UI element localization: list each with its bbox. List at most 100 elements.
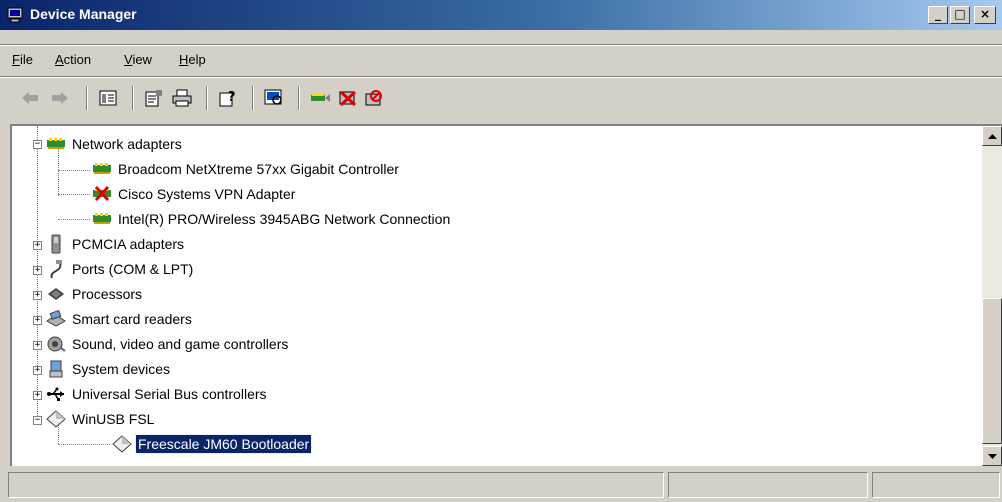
disable-button[interactable]	[362, 86, 386, 110]
expand-toggle[interactable]: +	[33, 366, 42, 375]
scan-hardware-button[interactable]	[262, 86, 286, 110]
tree-node-network-adapters[interactable]: Network adapters	[46, 132, 184, 156]
scroll-down-button[interactable]	[982, 446, 1002, 466]
tree-node-label: WinUSB FSL	[72, 411, 155, 427]
svg-text:?: ?	[228, 90, 236, 105]
forward-button[interactable]	[48, 86, 72, 110]
back-icon	[22, 92, 38, 104]
collapse-toggle[interactable]: −	[33, 416, 42, 425]
tree-node-label: Cisco Systems VPN Adapter	[118, 186, 296, 202]
processor-icon	[48, 288, 64, 300]
status-bar	[0, 470, 1002, 502]
toolbar: ?	[0, 80, 1002, 118]
menu-file[interactable]: File	[12, 52, 33, 67]
show-hide-console-tree-button[interactable]	[96, 86, 120, 110]
scan-hardware-icon	[264, 89, 282, 105]
toolbar-separator	[132, 86, 134, 110]
scroll-thumb[interactable]	[982, 298, 1002, 444]
menu-bottom-divider	[0, 76, 1002, 78]
tree-node-system-devices[interactable]: System devices	[46, 357, 172, 381]
help-icon: ?	[219, 90, 236, 107]
tree-node-label: Ports (COM & LPT)	[72, 261, 194, 277]
expand-toggle[interactable]: +	[33, 241, 42, 250]
tree-node-winusb-fsl[interactable]: WinUSB FSL	[46, 407, 156, 431]
network-adapter-icon	[93, 213, 111, 224]
tree-node-label: Smart card readers	[72, 311, 192, 327]
network-adapter-icon	[93, 163, 111, 174]
update-driver-icon	[311, 94, 330, 102]
network-adapter-icon	[47, 138, 65, 149]
tree-node-label: Processors	[72, 286, 143, 302]
toolbar-separator	[252, 86, 254, 110]
port-icon	[50, 260, 62, 279]
tree-node-pcmcia-adapters[interactable]: PCMCIA adapters	[46, 232, 186, 256]
tree-connector	[58, 194, 90, 195]
disable-icon	[365, 90, 382, 106]
tree-connector	[58, 444, 110, 445]
menu-action[interactable]: Action	[55, 52, 91, 67]
tree-connector	[58, 219, 90, 220]
menu-help[interactable]: Help	[179, 52, 206, 67]
tree-node-ports[interactable]: Ports (COM & LPT)	[46, 257, 195, 281]
close-button[interactable]: ×	[974, 6, 996, 24]
network-adapter-disabled-icon	[93, 185, 111, 202]
tree-node-label: Universal Serial Bus controllers	[72, 386, 267, 402]
tree-node-smart-card-readers[interactable]: Smart card readers	[46, 307, 194, 331]
device-tree[interactable]: − + + + + + + + − Network adapters Broad…	[10, 124, 1002, 466]
tree-node-intel-wireless[interactable]: Intel(R) PRO/Wireless 3945ABG Network Co…	[92, 207, 452, 231]
print-icon	[172, 89, 192, 107]
window-title: Device Manager	[30, 6, 137, 22]
minimize-button[interactable]: _	[928, 6, 948, 24]
tree-node-label: Intel(R) PRO/Wireless 3945ABG Network Co…	[118, 211, 451, 227]
pcmcia-icon	[51, 234, 61, 254]
winusb-icon	[46, 410, 66, 428]
scroll-up-button[interactable]	[982, 126, 1002, 146]
collapse-toggle[interactable]: −	[33, 140, 42, 149]
status-panel-main	[8, 472, 664, 498]
menu-view[interactable]: View	[124, 52, 152, 67]
arrow-down-icon	[987, 453, 997, 459]
forward-icon	[52, 92, 68, 104]
system-device-icon	[49, 360, 63, 378]
smart-card-icon	[46, 309, 66, 327]
expand-toggle[interactable]: +	[33, 391, 42, 400]
help-button[interactable]: ?	[216, 86, 240, 110]
back-button[interactable]	[18, 86, 42, 110]
title-bar[interactable]: Device Manager _ □ ×	[0, 0, 1002, 30]
arrow-up-icon	[987, 133, 997, 139]
expand-toggle[interactable]: +	[33, 341, 42, 350]
print-button[interactable]	[170, 86, 194, 110]
tree-node-processors[interactable]: Processors	[46, 282, 144, 306]
show-hide-console-tree-icon	[99, 90, 117, 106]
tree-node-label: Freescale JM60 Bootloader	[134, 434, 313, 454]
expand-toggle[interactable]: +	[33, 266, 42, 275]
winusb-icon	[112, 435, 132, 453]
tree-node-label: System devices	[72, 361, 171, 377]
sound-icon	[47, 336, 66, 352]
tree-node-sound-video-game[interactable]: Sound, video and game controllers	[46, 332, 290, 356]
toolbar-separator	[86, 86, 88, 110]
update-driver-button[interactable]	[308, 86, 332, 110]
expand-toggle[interactable]: +	[33, 316, 42, 325]
tree-node-broadcom-netxtreme[interactable]: Broadcom NetXtreme 57xx Gigabit Controll…	[92, 157, 401, 181]
maximize-button[interactable]: □	[950, 6, 970, 24]
tree-connector	[58, 170, 90, 171]
status-panel-3	[872, 472, 1000, 498]
tree-node-label: Sound, video and game controllers	[72, 336, 289, 352]
tree-node-usb-controllers[interactable]: Universal Serial Bus controllers	[46, 382, 269, 406]
vertical-scrollbar[interactable]	[982, 126, 1002, 466]
usb-icon	[47, 387, 64, 401]
properties-button[interactable]	[142, 86, 166, 110]
tree-node-cisco-vpn-adapter[interactable]: Cisco Systems VPN Adapter	[92, 182, 297, 206]
tree-node-label: PCMCIA adapters	[72, 236, 185, 252]
toolbar-separator	[298, 86, 300, 110]
uninstall-button[interactable]	[336, 86, 360, 110]
expand-toggle[interactable]: +	[33, 291, 42, 300]
uninstall-icon	[339, 90, 357, 107]
device-manager-icon	[7, 7, 23, 23]
menu-bar: File Action View Help	[0, 46, 1002, 72]
tree-node-label: Broadcom NetXtreme 57xx Gigabit Controll…	[118, 161, 399, 177]
tree-node-freescale-jm60-bootloader[interactable]: Freescale JM60 Bootloader	[112, 432, 313, 456]
toolbar-separator	[206, 86, 208, 110]
tree-node-label: Network adapters	[72, 136, 182, 152]
